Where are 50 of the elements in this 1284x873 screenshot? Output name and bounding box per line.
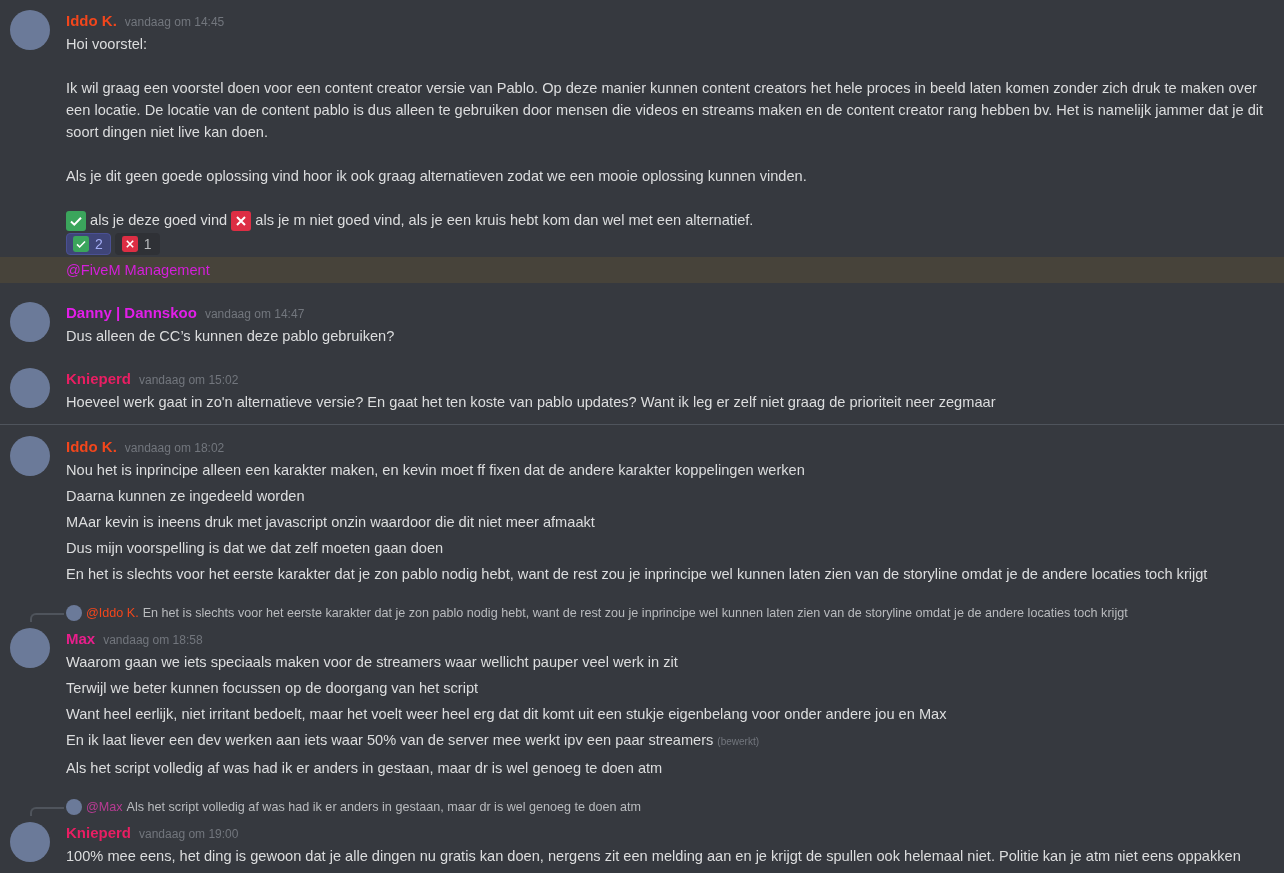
message-text: Hoeveel werk gaat in zo'n alternatieve versie? En gaat het ten koste van pablo updates? Want ik leg er zelf niet graag de prioriteit neer zegmaar [66, 394, 996, 411]
role-mention[interactable]: @FiveM Management [66, 262, 210, 279]
check-emoji-icon [66, 211, 86, 232]
message-text: als je m niet goed vind, als je een kruis hebt kom dan wel met een alternatief. [254, 212, 754, 228]
reply-line [30, 807, 64, 817]
message-text: Nou het is inprincipe alleen een karakter maken, en kevin moet ff fixen dat de andere karakter koppelingen werken [66, 462, 805, 479]
timestamp: vandaag om 14:45 [124, 15, 225, 29]
avatar[interactable] [10, 436, 50, 477]
reaction-button[interactable]: 2 [66, 233, 111, 256]
author-name[interactable]: Iddo K. [66, 12, 117, 29]
reply-avatar [66, 605, 82, 622]
reply-text[interactable]: Als het script volledig af was had ik er anders in gestaan, maar dr is wel genoeg te doen atm [126, 798, 642, 817]
message-text: Hoi voorstel: Ik wil graag een voorstel doen voor een content creator versie van Pablo. Op deze manier kunnen content creators het hele proces in beeld laten komen zonder zich druk te maken over een locatie. De locatie van de content pablo is dus alleen te gebruiken door mensen die videos en streams maken en de content creator rang hebben bv. Het is namelijk jammer dat je dit soort dingen niet live kan doen. Als je dit geen goede oplossing vind hoor ik ook graag alternatieven zodat we een mooie oplossing kunnen vinden. [66, 36, 1265, 184]
avatar[interactable] [10, 10, 50, 50]
message-text: Daarna kunnen ze ingedeeld worden [66, 488, 305, 505]
message-text: En het is slechts voor het eerste karakter dat je zon pablo nodig hebt, want de rest zou je inprincipe wel kunnen laten zien van de storyline omdat je de andere locaties toch krijgt [66, 566, 1208, 583]
timestamp: vandaag om 15:02 [139, 373, 239, 388]
avatar[interactable] [10, 368, 50, 409]
check-emoji-icon [73, 236, 89, 253]
message-text: Want heel eerlijk, niet irritant bedoelt, maar het voelt weer heel erg dat dit komt uit een stukje eigenbelang voor onder andere jou en Max [66, 706, 947, 723]
reaction-button[interactable]: 1 [114, 233, 160, 256]
author-name[interactable]: Danny | Dannskoo [66, 304, 197, 322]
author-name[interactable]: Knieperd [66, 370, 131, 388]
reply-avatar [66, 799, 82, 816]
message-text: 100% mee eens, het ding is gewoon dat je alle dingen nu gratis kan doen, nergens zit een melding aan en je krijgt de spullen ook helemaal niet. Politie kan je atm niet eens oppakken [66, 848, 1241, 865]
author-name[interactable]: Max [66, 630, 96, 648]
reply-text[interactable]: En het is slechts voor het eerste karakter dat je zon pablo nodig hebt, want de rest zou je inprincipe wel kunnen laten zien van de storyline omdat je de andere locaties toch krijgt [142, 604, 1128, 623]
author-name[interactable]: Iddo K. [66, 438, 117, 456]
avatar[interactable] [10, 822, 50, 863]
cross-emoji-icon [231, 211, 252, 232]
reply-author[interactable]: @Max [86, 798, 123, 817]
message-text: Terwijl we beter kunnen focussen op de doorgang van het script [66, 680, 479, 697]
message-text: Dus alleen de CC’s kunnen deze pablo gebruiken? [66, 328, 395, 345]
message-text: Waarom gaan we iets speciaals maken voor de streamers waar wellicht pauper veel werk in zit [66, 654, 678, 671]
reply-line [30, 613, 64, 623]
message-text: MAar kevin is ineens druk met javascript onzin waardoor die dit niet meer afmaakt [66, 514, 595, 531]
timestamp: vandaag om 14:47 [204, 307, 305, 322]
message-text: Dus mijn voorspelling is dat we dat zelf moeten gaan doen [66, 540, 444, 557]
message-text: En ik laat liever een dev werken aan iets waar 50% van de server mee werkt ipv een paar streamers [66, 732, 714, 749]
avatar[interactable] [10, 628, 50, 669]
message-text: als je deze goed vind [89, 212, 229, 228]
author-name[interactable]: Knieperd [66, 824, 131, 842]
message-text: Als het script volledig af was had ik er anders in gestaan, maar dr is wel genoeg te doen atm [66, 760, 663, 777]
edited-label: (bewerkt) [717, 736, 759, 748]
timestamp: vandaag om 19:00 [139, 827, 239, 842]
timestamp: vandaag om 18:02 [124, 441, 225, 456]
timestamp: vandaag om 18:58 [103, 633, 203, 648]
avatar[interactable] [10, 302, 50, 343]
cross-emoji-icon [121, 236, 138, 253]
reply-author[interactable]: @Iddo K. [86, 604, 139, 623]
